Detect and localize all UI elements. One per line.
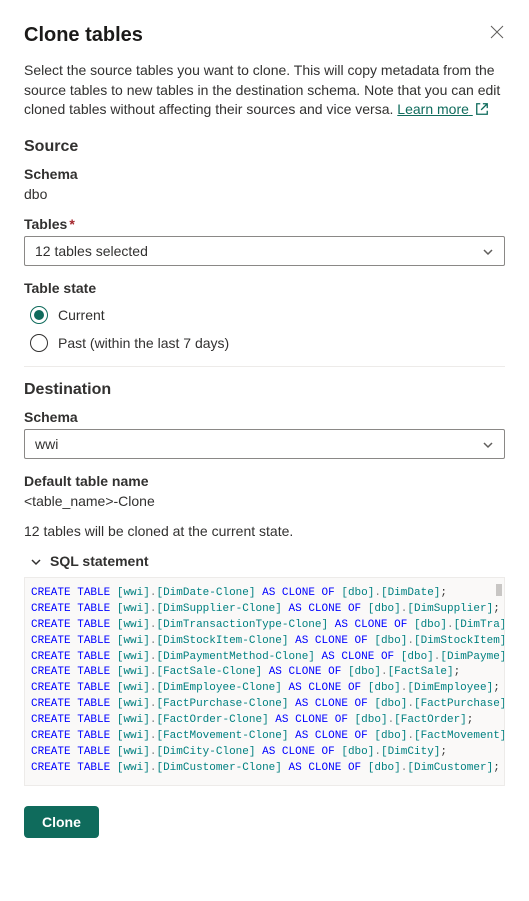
dialog-title: Clone tables bbox=[24, 24, 143, 47]
table-state-label: Table state bbox=[24, 280, 505, 296]
sql-line: CREATE TABLE [wwi].[DimCity-Clone] AS CL… bbox=[31, 745, 498, 761]
sql-line: CREATE TABLE [wwi].[DimPaymentMethod-Clo… bbox=[31, 650, 498, 666]
radio-button-icon bbox=[30, 334, 48, 352]
source-heading: Source bbox=[24, 138, 505, 156]
sql-code-block: CREATE TABLE [wwi].[DimDate-Clone] AS CL… bbox=[24, 577, 505, 786]
tables-dropdown[interactable]: 12 tables selected bbox=[24, 236, 505, 266]
radio-past-label: Past (within the last 7 days) bbox=[58, 335, 229, 351]
chevron-down-icon bbox=[482, 245, 494, 257]
sql-line: CREATE TABLE [wwi].[DimStockItem-Clone] … bbox=[31, 634, 498, 650]
sql-line: CREATE TABLE [wwi].[FactOrder-Clone] AS … bbox=[31, 713, 498, 729]
divider bbox=[24, 366, 505, 367]
external-link-icon bbox=[475, 102, 489, 116]
dest-schema-dropdown[interactable]: wwi bbox=[24, 429, 505, 459]
source-schema-label: Schema bbox=[24, 166, 505, 182]
sql-line: CREATE TABLE [wwi].[DimTransactionType-C… bbox=[31, 618, 498, 634]
dest-schema-label: Schema bbox=[24, 409, 505, 425]
sql-line: CREATE TABLE [wwi].[FactPurchase-Clone] … bbox=[31, 697, 498, 713]
sql-statement-toggle[interactable]: SQL statement bbox=[30, 553, 505, 569]
learn-more-label: Learn more bbox=[397, 101, 469, 117]
sql-line: CREATE TABLE [wwi].[DimDate-Clone] AS CL… bbox=[31, 586, 498, 602]
radio-past[interactable]: Past (within the last 7 days) bbox=[30, 334, 505, 352]
sql-line: CREATE TABLE [wwi].[DimCustomer-Clone] A… bbox=[31, 761, 498, 777]
sql-line: CREATE TABLE [wwi].[FactSale-Clone] AS C… bbox=[31, 665, 498, 681]
destination-heading: Destination bbox=[24, 381, 505, 399]
required-asterisk: * bbox=[69, 216, 74, 232]
close-icon[interactable] bbox=[489, 24, 505, 40]
default-table-name-value: <table_name>-Clone bbox=[24, 493, 505, 509]
sql-line: CREATE TABLE [wwi].[FactMovement-Clone] … bbox=[31, 729, 498, 745]
sql-line: CREATE TABLE [wwi].[DimEmployee-Clone] A… bbox=[31, 681, 498, 697]
radio-current[interactable]: Current bbox=[30, 306, 505, 324]
chevron-down-icon bbox=[30, 555, 42, 567]
radio-current-label: Current bbox=[58, 307, 105, 323]
clone-button[interactable]: Clone bbox=[24, 806, 99, 838]
learn-more-link[interactable]: Learn more bbox=[397, 101, 488, 117]
default-table-name-label: Default table name bbox=[24, 473, 505, 489]
sql-line: CREATE TABLE [wwi].[DimSupplier-Clone] A… bbox=[31, 602, 498, 618]
chevron-down-icon bbox=[482, 438, 494, 450]
tables-dropdown-value: 12 tables selected bbox=[35, 243, 148, 259]
sql-statement-label: SQL statement bbox=[50, 553, 149, 569]
dialog-description: Select the source tables you want to clo… bbox=[24, 61, 505, 120]
dest-schema-value: wwi bbox=[35, 436, 58, 452]
table-state-radio-group: Current Past (within the last 7 days) bbox=[30, 306, 505, 352]
source-schema-value: dbo bbox=[24, 186, 505, 202]
radio-button-icon bbox=[30, 306, 48, 324]
tables-label: Tables* bbox=[24, 216, 505, 232]
clone-summary: 12 tables will be cloned at the current … bbox=[24, 523, 505, 539]
